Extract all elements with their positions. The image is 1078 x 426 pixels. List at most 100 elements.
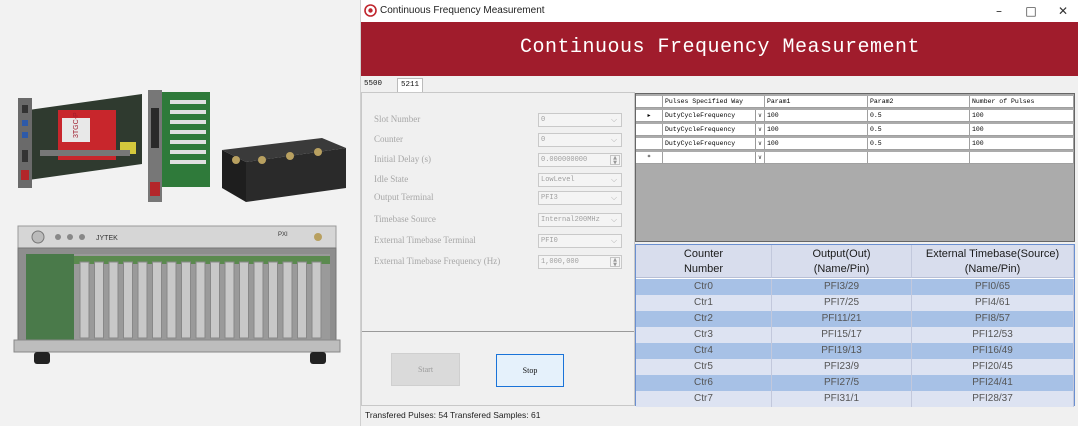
cell-text: 100	[972, 140, 984, 147]
chevron-down-icon[interactable]: ∨	[755, 110, 764, 121]
chevron-down-icon[interactable]: ∨	[755, 138, 764, 149]
dropdown-select[interactable]: PFI3 ⌵	[538, 191, 622, 205]
way-dropdown-cell[interactable]: ∨	[663, 152, 765, 164]
chassis-slot	[224, 261, 235, 339]
minimize-button[interactable]: –	[985, 3, 1013, 19]
field-label: External Timebase Terminal	[374, 235, 476, 245]
numeric-spinbox[interactable]: 1,000,000 ▲ ▼	[538, 255, 622, 269]
grid-column-header: Param1	[765, 96, 868, 108]
grid-cell[interactable]: 100	[970, 110, 1074, 122]
start-button[interactable]: Start	[391, 353, 460, 386]
row-selector[interactable]: *	[636, 152, 663, 164]
field-value: 0	[541, 136, 546, 144]
grid-cell[interactable]: 100	[970, 124, 1074, 136]
maximize-button[interactable]: □	[1017, 3, 1045, 19]
row-selector[interactable]: ▸	[636, 110, 663, 122]
counter-table-cell: PFI19/13	[772, 343, 912, 359]
chevron-down-icon[interactable]: ⌵	[608, 114, 620, 126]
grid-cell[interactable]	[970, 152, 1074, 164]
dropdown-select[interactable]: PFI0 ⌵	[538, 234, 622, 248]
terminal-card-image	[148, 90, 210, 202]
counter-table-cell: PFI12/53	[912, 327, 1074, 343]
chevron-down-icon[interactable]: ⌵	[608, 192, 620, 204]
way-dropdown-cell[interactable]: DutyCycleFrequency ∨	[663, 110, 765, 122]
counter-table-row[interactable]: Ctr2 PFI11/21 PFI8/57	[636, 311, 1074, 327]
product-photo: 3TGC-P JYTEK PXI	[0, 0, 360, 426]
grid-corner	[636, 96, 663, 108]
row-selector[interactable]	[636, 124, 663, 136]
grid-cell[interactable]	[868, 152, 970, 164]
counter-table-row[interactable]: Ctr5 PFI23/9 PFI20/45	[636, 359, 1074, 375]
row-selector[interactable]	[636, 138, 663, 150]
counter-table-cell: Ctr4	[636, 343, 772, 359]
field-value: LowLevel	[541, 176, 575, 184]
grid-header-row: Pulses Specified Way Param1 Param2 Number o…	[636, 96, 1074, 108]
cell-text: Param1	[767, 98, 791, 105]
grid-cell[interactable]: 0.5	[868, 138, 970, 150]
grid-cell[interactable]: 100	[765, 110, 868, 122]
spin-arrows-icon[interactable]: ▲ ▼	[610, 155, 620, 166]
cell-text: DutyCycleFrequency	[665, 112, 736, 119]
counter-table-row[interactable]: Ctr3 PFI15/17 PFI12/53	[636, 327, 1074, 343]
chevron-down-icon[interactable]: ∨	[755, 152, 764, 163]
cell-text: Param2	[870, 98, 894, 105]
close-button[interactable]: ✕	[1049, 3, 1077, 19]
grid-cell[interactable]: 100	[765, 124, 868, 136]
chevron-down-icon[interactable]: ⌵	[608, 134, 620, 146]
field-value: PFI3	[541, 194, 558, 202]
counter-table-row[interactable]: Ctr7 PFI31/1 PFI28/37	[636, 391, 1074, 407]
chassis-slot	[137, 261, 148, 339]
chassis-pxi-label: PXI	[278, 232, 288, 238]
chassis-slot	[181, 261, 191, 339]
field-label: Output Terminal	[374, 192, 434, 202]
numeric-spinbox[interactable]: 0.000000000 ▲ ▼	[538, 153, 622, 167]
app-window: Continuous Frequency Measurement – □ ✕ C…	[360, 0, 1078, 426]
counter-table-cell: PFI4/61	[912, 295, 1074, 311]
grid-cell[interactable]: 100	[970, 138, 1074, 150]
way-dropdown-cell[interactable]: DutyCycleFrequency ∨	[663, 138, 765, 150]
grid-column-header: Number of Pulses	[970, 96, 1074, 108]
field-label: Idle State	[374, 174, 409, 184]
dropdown-select[interactable]: 0 ⌵	[538, 113, 622, 127]
chevron-down-icon[interactable]: ⌵	[608, 174, 620, 186]
chevron-down-icon[interactable]: ⌵	[608, 214, 620, 226]
chassis-slot	[79, 261, 90, 339]
counter-table-cell: PFI24/41	[912, 375, 1074, 391]
counter-table-column-header: Output(Out) (Name/Pin)	[772, 245, 912, 278]
cell-text: 100	[972, 126, 984, 133]
chevron-down-icon[interactable]: ∨	[755, 124, 764, 135]
banner-title: Continuous Frequency Measurement	[519, 36, 921, 59]
counter-table-row[interactable]: Ctr4 PFI19/13 PFI16/49	[636, 343, 1074, 359]
tab-5211-co[interactable]: 5211 CO	[397, 78, 424, 102]
chassis-slot	[123, 261, 133, 339]
chassis-slot	[195, 261, 206, 339]
dropdown-select[interactable]: LowLevel ⌵	[538, 173, 622, 187]
counter-table-row[interactable]: Ctr1 PFI7/25 PFI4/61	[636, 295, 1074, 311]
tab-5500-ci[interactable]: 5500 CI	[361, 78, 385, 101]
counter-table-cell: PFI0/65	[912, 279, 1074, 295]
way-dropdown-cell[interactable]: DutyCycleFrequency ∨	[663, 124, 765, 136]
cell-text: Pulses Specified Way	[665, 98, 744, 105]
grid-cell[interactable]	[765, 152, 868, 164]
chassis-slot	[108, 261, 119, 339]
field-value: 0	[541, 116, 546, 124]
chevron-down-icon[interactable]: ⌵	[608, 235, 620, 247]
field-label: Initial Delay (s)	[374, 154, 431, 164]
spin-arrows-icon[interactable]: ▲ ▼	[610, 257, 620, 268]
window-title: Continuous Frequency Measurement	[380, 5, 545, 16]
grid-cell[interactable]: 0.5	[868, 110, 970, 122]
dropdown-select[interactable]: Internal200MHz ⌵	[538, 213, 622, 227]
stop-button[interactable]: Stop	[496, 354, 564, 387]
counter-table-cell: PFI23/9	[772, 359, 912, 375]
grid-column-header: Param2	[868, 96, 970, 108]
counter-table-row[interactable]: Ctr6 PFI27/5 PFI24/41	[636, 375, 1074, 391]
grid-cell[interactable]: 100	[765, 138, 868, 150]
chassis-slot	[94, 261, 104, 339]
cell-text: DutyCycleFrequency	[665, 140, 736, 147]
dropdown-select[interactable]: 0 ⌵	[538, 133, 622, 147]
chassis-slot	[311, 261, 322, 339]
grid-cell[interactable]: 0.5	[868, 124, 970, 136]
counter-table-cell: Ctr2	[636, 311, 772, 327]
grid-row: DutyCycleFrequency ∨ 100 0.5 100	[636, 138, 1074, 150]
counter-table-row[interactable]: Ctr0 PFI3/29 PFI0/65	[636, 279, 1074, 295]
